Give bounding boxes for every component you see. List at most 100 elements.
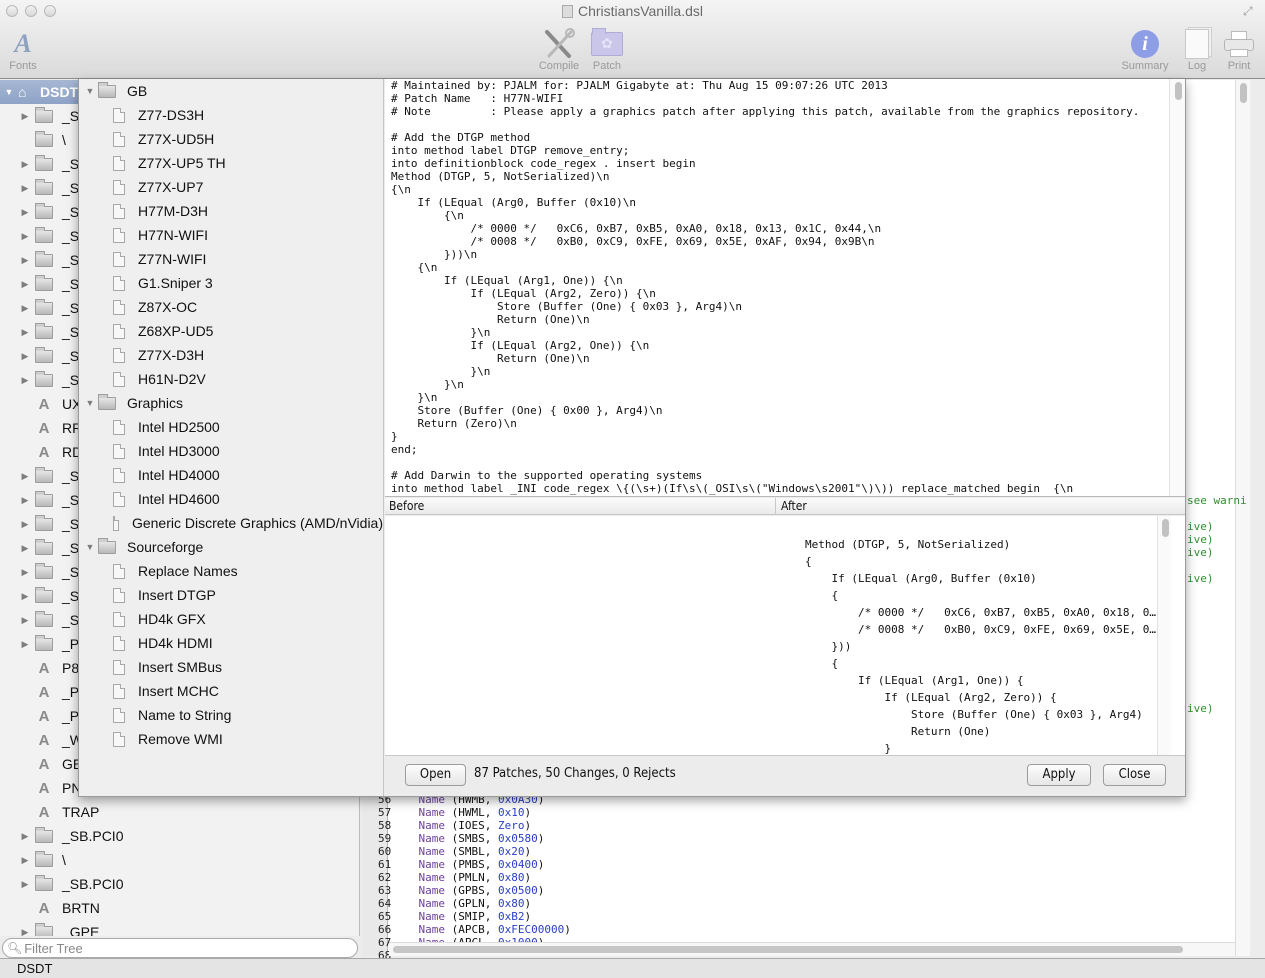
patch-item-label: HD4k HDMI [138, 635, 213, 651]
document-icon [113, 251, 125, 267]
patch-text-line: If (LEqual (Arg2, Zero)) {\n [391, 287, 656, 300]
patch-button[interactable]: Patch [588, 28, 626, 72]
tree-item[interactable]: A TRAP [0, 800, 359, 824]
disclosure-closed-icon[interactable]: ▶ [20, 639, 30, 650]
patch-text-view[interactable]: # Maintained by: PJALM for: PJALM Gigaby… [385, 79, 1185, 497]
compile-label: Compile [538, 60, 580, 72]
disclosure-closed-icon[interactable]: ▶ [20, 303, 30, 314]
editor-horizontal-scrollbar[interactable] [389, 942, 1235, 956]
patch-item[interactable]: Z77N-WIFI [79, 247, 383, 271]
patch-group-label: Sourceforge [127, 539, 204, 555]
disclosure-closed-icon[interactable]: ▶ [20, 327, 30, 338]
disclosure-closed-icon[interactable]: ▶ [20, 183, 30, 194]
patch-item[interactable]: H61N-D2V [79, 367, 383, 391]
diff-line: If (LEqual (Arg0, Buffer (0x10) [805, 572, 1037, 585]
code-end: ) [537, 858, 545, 871]
tree-item-label: BRTN [62, 900, 100, 916]
tree-item-label: \ [62, 852, 66, 868]
scroll-thumb[interactable] [1162, 519, 1169, 537]
patch-list[interactable]: ▼ GB Z77-DS3H Z77X-UD5H Z77X-UP5 TH Z77X-UP7 H… [79, 79, 384, 796]
open-button[interactable]: Open [405, 764, 466, 786]
patch-item[interactable]: G1.Sniper 3 [79, 271, 383, 295]
tree-item[interactable]: ▶ _SB.PCI0 [0, 824, 359, 848]
patch-item[interactable]: Z77X-D3H [79, 343, 383, 367]
tree-item[interactable]: ▶ _GPE [0, 920, 359, 936]
patch-item[interactable]: Intel HD3000 [79, 439, 383, 463]
disclosure-closed-icon[interactable]: ▶ [20, 159, 30, 170]
tree-item[interactable]: A BRTN [0, 896, 359, 920]
scroll-thumb[interactable] [393, 946, 1183, 953]
disclosure-closed-icon[interactable]: ▶ [20, 375, 30, 386]
disclosure-closed-icon[interactable]: ▶ [20, 567, 30, 578]
disclosure-closed-icon[interactable]: ▶ [20, 591, 30, 602]
patch-item[interactable]: Name to String [79, 703, 383, 727]
disclosure-closed-icon[interactable]: ▶ [20, 279, 30, 290]
patch-item[interactable]: Intel HD4000 [79, 463, 383, 487]
disclosure-closed-icon[interactable]: ▶ [20, 879, 30, 890]
disclosure-closed-icon[interactable]: ▶ [20, 519, 30, 530]
close-button[interactable]: Close [1103, 764, 1166, 786]
patch-group[interactable]: ▼ Graphics [79, 391, 383, 415]
apply-button[interactable]: Apply [1027, 764, 1091, 786]
tree-item[interactable]: ▶ _SB.PCI0 [0, 872, 359, 896]
scroll-thumb[interactable] [1175, 82, 1182, 100]
disclosure-closed-icon[interactable]: ▶ [20, 495, 30, 506]
tools-icon [534, 28, 584, 60]
patch-text-scrollbar[interactable] [1169, 79, 1185, 496]
patch-item[interactable]: HD4k GFX [79, 607, 383, 631]
disclosure-closed-icon[interactable]: ▶ [20, 207, 30, 218]
patch-group[interactable]: ▼ Sourceforge [79, 535, 383, 559]
disclosure-closed-icon[interactable]: ▶ [20, 351, 30, 362]
diff-view[interactable]: Method (DTGP, 5, NotSerialized) { If (LEq… [385, 516, 1185, 756]
patch-item[interactable]: Intel HD4600 [79, 487, 383, 511]
diff-after-lines: Method (DTGP, 5, NotSerialized) { If (LEq… [805, 536, 1156, 755]
patch-text-lines[interactable]: # Maintained by: PJALM for: PJALM Gigaby… [391, 79, 1139, 495]
patch-item[interactable]: Z77-DS3H [79, 103, 383, 127]
patch-item[interactable]: Z77X-UP5 TH [79, 151, 383, 175]
search-icon: 🔍︎ [7, 941, 23, 955]
patch-group[interactable]: ▼ GB [79, 79, 383, 103]
disclosure-closed-icon[interactable]: ▶ [20, 471, 30, 482]
document-icon [113, 683, 125, 699]
disclosure-closed-icon[interactable]: ▶ [20, 615, 30, 626]
disclosure-open-icon[interactable]: ▼ [85, 398, 95, 408]
filter-tree-input[interactable]: 🔍︎ Filter Tree [2, 938, 358, 958]
log-button[interactable]: Log [1180, 28, 1214, 72]
compile-button[interactable]: Compile [534, 28, 584, 72]
disclosure-closed-icon[interactable]: ▶ [20, 543, 30, 554]
print-button[interactable]: Print [1220, 28, 1258, 72]
disclosure-closed-icon[interactable]: ▶ [20, 111, 30, 122]
scroll-thumb[interactable] [1240, 83, 1247, 103]
fonts-button[interactable]: A Fonts [6, 28, 40, 72]
column-divider[interactable] [775, 498, 776, 515]
summary-button[interactable]: i Summary [1118, 28, 1172, 72]
patch-item[interactable]: Generic Discrete Graphics (AMD/nVidia) [79, 511, 383, 535]
patch-item[interactable]: Z68XP-UD5 [79, 319, 383, 343]
disclosure-open-icon[interactable]: ▼ [85, 542, 95, 552]
disclosure-open-icon[interactable]: ▼ [4, 87, 14, 97]
patch-item[interactable]: Z87X-OC [79, 295, 383, 319]
disclosure-open-icon[interactable]: ▼ [85, 86, 95, 96]
disclosure-closed-icon[interactable]: ▶ [20, 255, 30, 266]
patch-item[interactable]: Replace Names [79, 559, 383, 583]
patch-item[interactable]: Z77X-UD5H [79, 127, 383, 151]
patch-item[interactable]: HD4k HDMI [79, 631, 383, 655]
tree-item[interactable]: ▶ \ [0, 848, 359, 872]
patch-item[interactable]: Insert DTGP [79, 583, 383, 607]
patch-item[interactable]: Z77X-UP7 [79, 175, 383, 199]
patch-item[interactable]: Intel HD2500 [79, 415, 383, 439]
patch-item[interactable]: Insert MCHC [79, 679, 383, 703]
patch-item[interactable]: Remove WMI [79, 727, 383, 751]
patch-item[interactable]: Insert SMBus [79, 655, 383, 679]
diff-scrollbar[interactable] [1157, 516, 1171, 755]
code-lines[interactable]: Name (HWMB, 0x0A30) Name (HWML, 0x10) Na… [392, 793, 571, 949]
fullscreen-icon[interactable]: ⤢ [1243, 4, 1257, 18]
keyword: Name [418, 858, 446, 871]
patch-item[interactable]: H77M-D3H [79, 199, 383, 223]
disclosure-closed-icon[interactable]: ▶ [20, 927, 30, 937]
code-end: ) [524, 806, 532, 819]
disclosure-closed-icon[interactable]: ▶ [20, 855, 30, 866]
patch-item[interactable]: H77N-WIFI [79, 223, 383, 247]
disclosure-closed-icon[interactable]: ▶ [20, 231, 30, 242]
disclosure-closed-icon[interactable]: ▶ [20, 831, 30, 842]
